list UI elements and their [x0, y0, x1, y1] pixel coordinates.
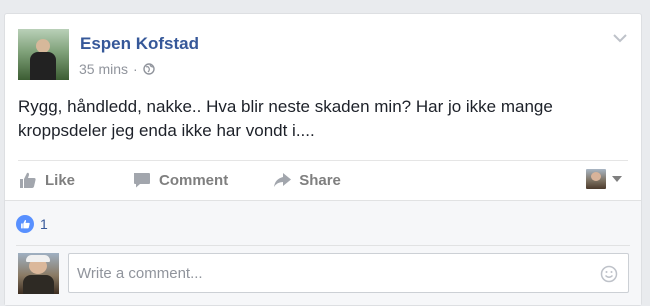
reactions-summary[interactable]: 1: [16, 215, 48, 233]
commenter-avatar-body: [23, 275, 54, 294]
comment-input[interactable]: Write a comment...: [68, 253, 629, 293]
share-button[interactable]: Share: [272, 171, 341, 189]
mini-avatar-head: [591, 172, 601, 181]
comment-label: Comment: [159, 171, 229, 189]
share-label: Share: [299, 171, 341, 189]
divider: [18, 160, 628, 161]
thumbs-up-icon: [20, 172, 36, 188]
voice-selector[interactable]: [586, 169, 622, 189]
post-card: Espen Kofstad 35 mins · Rygg, håndledd, …: [4, 13, 642, 306]
like-label: Like: [45, 171, 76, 189]
avatar-figure-head: [36, 39, 50, 53]
commenter-avatar-cap: [26, 255, 50, 262]
post-meta: 35 mins ·: [79, 61, 155, 77]
like-count[interactable]: 1: [40, 216, 48, 232]
caret-down-icon: [612, 176, 622, 182]
like-button[interactable]: Like: [18, 171, 75, 189]
comment-bubble-icon: [134, 173, 151, 188]
post-timestamp[interactable]: 35 mins: [79, 61, 128, 77]
comment-button[interactable]: Comment: [132, 171, 228, 189]
share-arrow-icon: [274, 173, 292, 187]
chevron-down-icon[interactable]: [612, 32, 628, 44]
viewer-avatar: [586, 169, 606, 189]
meta-separator: ·: [133, 61, 138, 77]
comment-placeholder: Write a comment...: [77, 264, 203, 282]
post-text: Rygg, håndledd, nakke.. Hva blir neste s…: [18, 97, 553, 140]
globe-icon[interactable]: [143, 63, 155, 75]
comments-section: 1 Write a comment...: [5, 200, 641, 305]
avatar-figure-body: [30, 52, 56, 80]
divider: [16, 245, 630, 246]
author-name[interactable]: Espen Kofstad: [80, 34, 199, 54]
smiley-icon[interactable]: [600, 265, 618, 283]
action-bar: Like Comment Share: [18, 169, 341, 191]
like-reaction-icon: [16, 215, 34, 233]
author-avatar[interactable]: [18, 29, 69, 80]
commenter-avatar[interactable]: [18, 253, 59, 294]
